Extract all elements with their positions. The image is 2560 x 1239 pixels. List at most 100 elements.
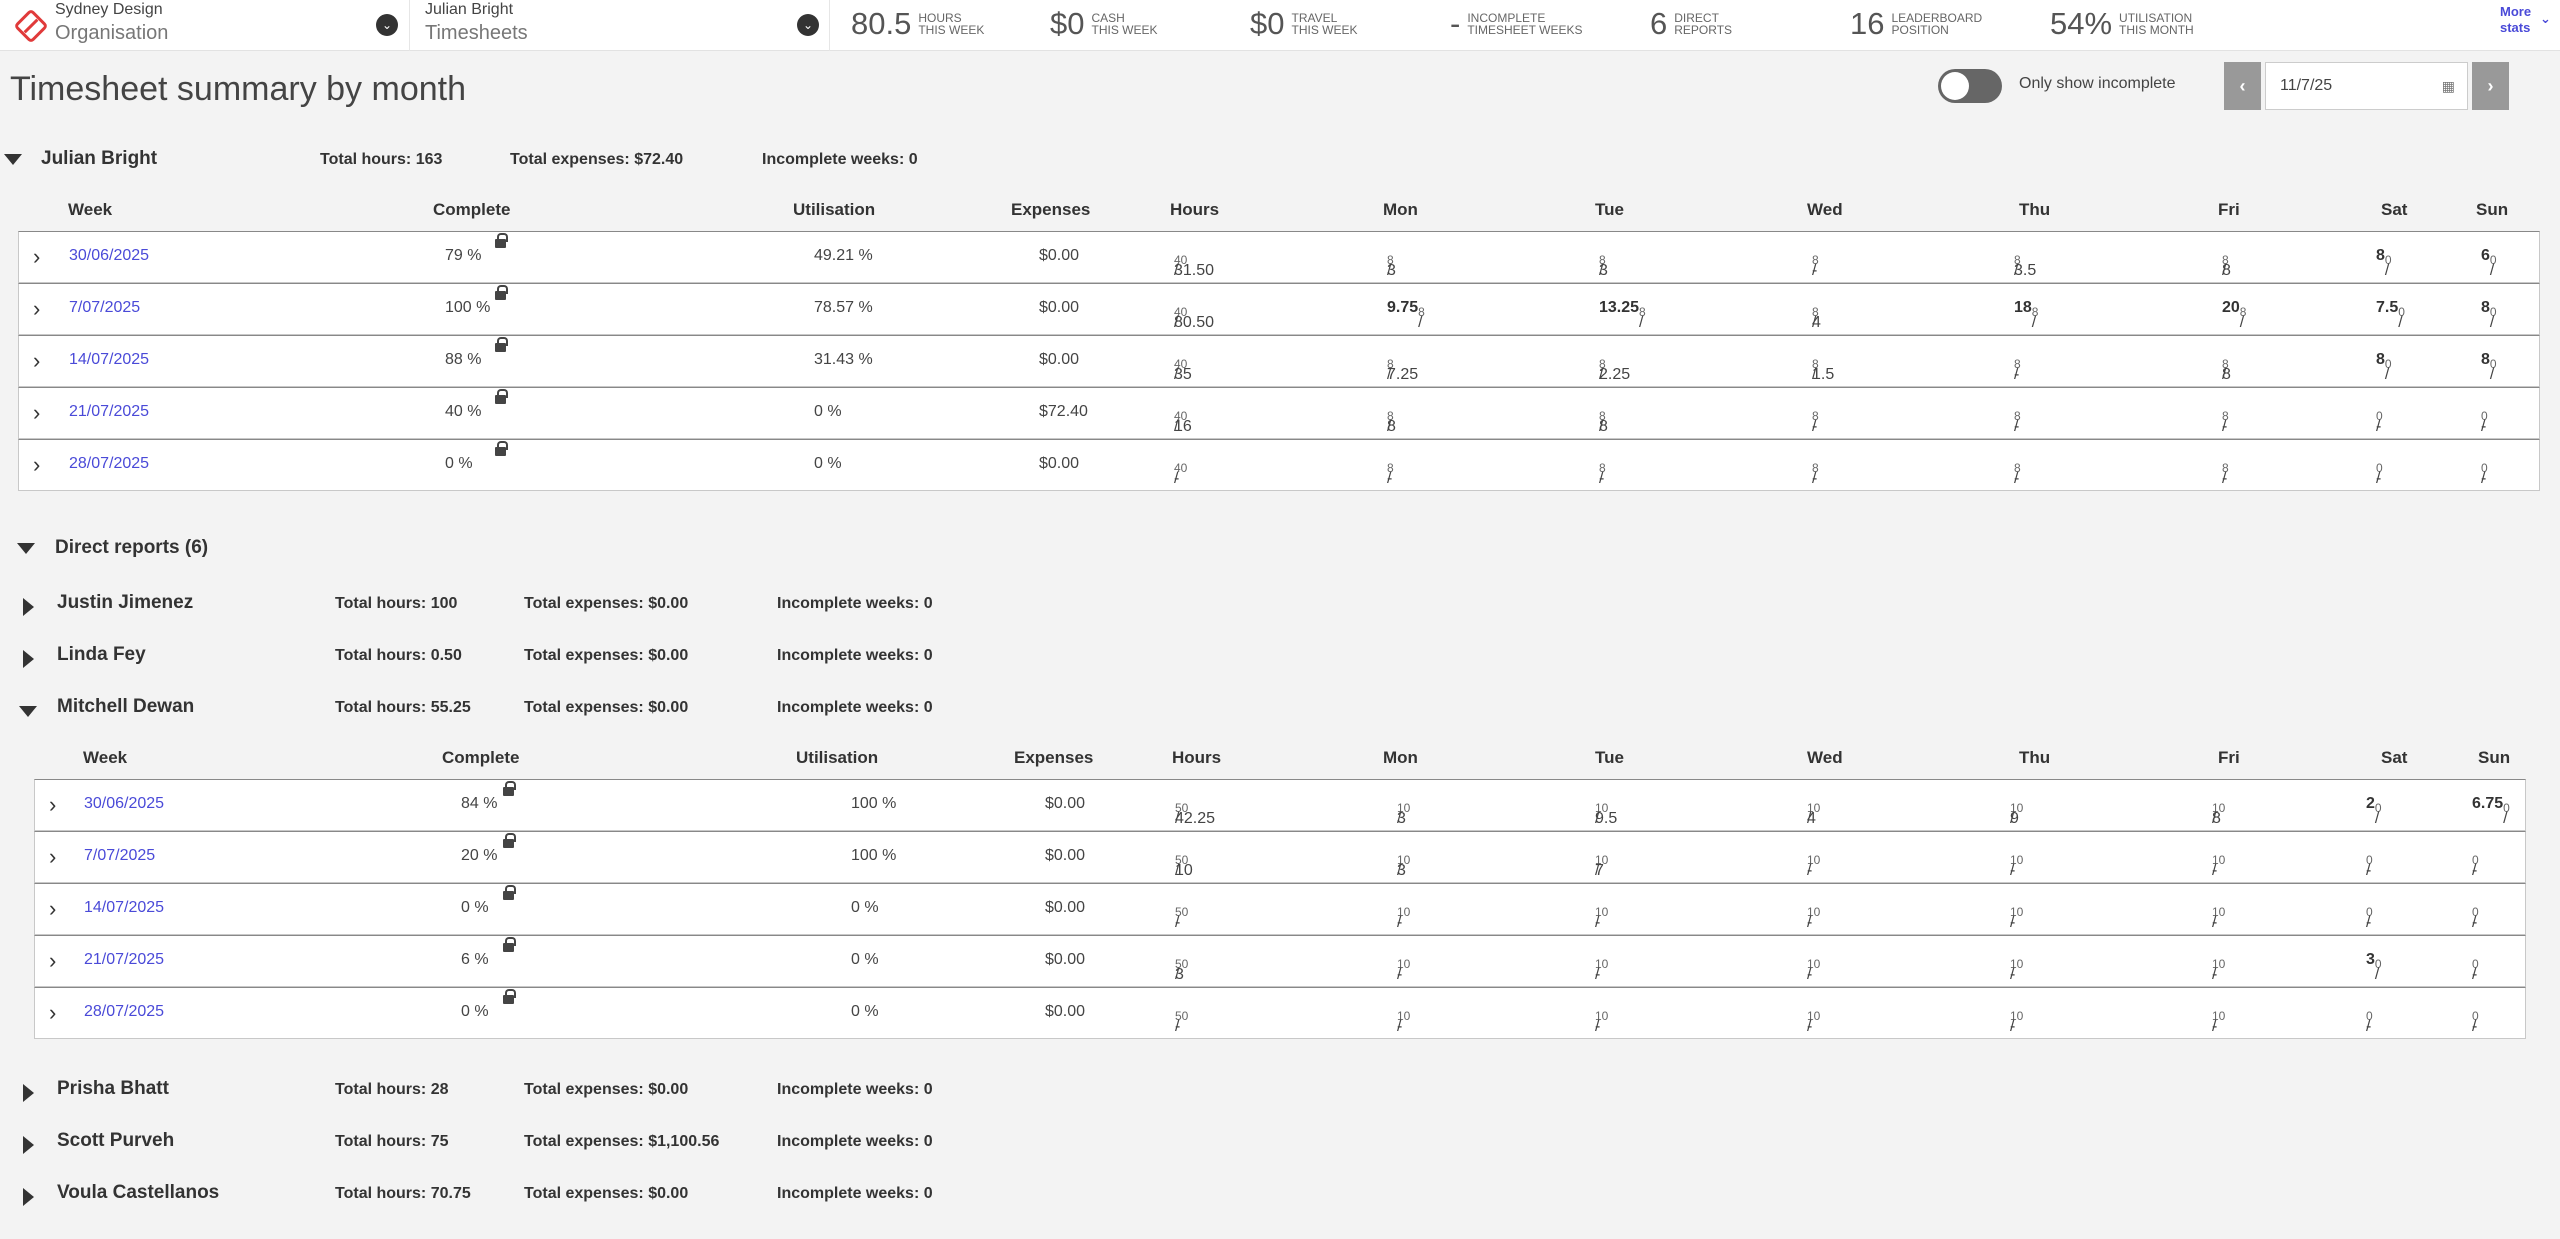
day-value-mon: 3/10 — [1397, 853, 1411, 879]
table-row[interactable]: › 21/07/2025 40 % 0 % $72.40 16/40 8/8 8/8 -/8 - /… — [18, 387, 2540, 439]
caret-right-icon[interactable] — [23, 650, 34, 668]
day-value-fri: -/10 — [2212, 1009, 2226, 1035]
person-name: Scott Purveh — [57, 1130, 175, 1151]
caret-down-icon[interactable] — [4, 154, 22, 165]
caret-right-icon[interactable] — [23, 1084, 34, 1102]
day-value-fri: -/8 — [2222, 461, 2229, 487]
utilisation-value: 0 % — [814, 455, 842, 472]
column-header-tue: Tue — [1595, 748, 1624, 767]
complete-value: 0 % — [445, 455, 473, 472]
day-value-fri: -/8 — [2222, 409, 2229, 435]
day-value-mon: -/8 — [1387, 461, 1394, 487]
utilisation-value: 0 % — [814, 403, 842, 420]
timesheet-label: Timesheets — [425, 22, 528, 44]
timesheet-chevron-down-icon[interactable]: ⌄ — [797, 14, 819, 36]
column-header-tue: Tue — [1595, 200, 1624, 219]
chevron-right-icon[interactable]: › — [49, 1000, 56, 1026]
caret-right-icon[interactable] — [23, 1188, 34, 1206]
column-header-utilisation: Utilisation — [793, 200, 876, 219]
day-value-sun: -/0 — [2472, 905, 2479, 931]
hours-value: -/50 — [1175, 1009, 1189, 1035]
calendar-icon[interactable]: ▦ — [2442, 63, 2455, 109]
next-date-button[interactable]: › — [2472, 62, 2509, 110]
week-link[interactable]: 30/06/2025 — [84, 795, 164, 813]
chevron-right-icon[interactable]: › — [49, 948, 56, 974]
utilisation-value: 0 % — [851, 951, 879, 968]
stat-value: 54% — [2050, 6, 2113, 41]
expenses-value: $0.00 — [1039, 455, 1080, 472]
stat-value: 6 — [1650, 6, 1668, 41]
caret-right-icon[interactable] — [23, 598, 34, 616]
table-row[interactable]: › 30/06/2025 84 % 100 % $0.00 42.25/50 3/10 9.5… — [34, 779, 2526, 831]
table-row[interactable]: › 7/07/2025 20 % 100 % $0.00 10/50 3/10 7/10 -/1… — [34, 831, 2526, 883]
table-row[interactable]: › 28/07/2025 0 % 0 % $0.00 -/40 -/8 -/8 -/8 -/8 - /… — [18, 439, 2540, 491]
caret-down-icon[interactable] — [17, 543, 35, 554]
chevron-right-icon[interactable]: › — [33, 244, 40, 270]
stat-value: 80.5 — [851, 6, 912, 41]
chevron-right-icon[interactable]: › — [33, 296, 40, 322]
day-value-tue: 3/8 — [1599, 253, 1608, 279]
day-value-thu: 9/10 — [2010, 801, 2024, 827]
total-hours: Total hours: 75 — [335, 1133, 449, 1150]
total-expenses: Total expenses: $0.00 — [524, 1081, 689, 1098]
complete-value: 20 % — [461, 847, 498, 864]
only-incomplete-toggle[interactable] — [1938, 69, 2002, 103]
column-header-fri: Fri — [2218, 200, 2240, 219]
previous-date-button[interactable]: ‹ — [2224, 62, 2261, 110]
caret-right-icon[interactable] — [23, 1136, 34, 1154]
day-value-tue: 2.25/8 — [1599, 357, 1631, 383]
day-value-mon: -/10 — [1397, 957, 1411, 983]
organisation-label: Organisation — [55, 22, 169, 44]
day-value-tue: 7/10 — [1595, 853, 1609, 879]
complete-value: 40 % — [445, 403, 482, 420]
total-expenses: Total expenses: $0.00 — [524, 595, 689, 612]
timesheet-selector[interactable]: Julian Bright Timesheets ⌄ — [410, 0, 830, 51]
table-row[interactable]: › 28/07/2025 0 % 0 % $0.00 -/50 -/10 -/10 -/10 - /… — [34, 987, 2526, 1039]
week-link[interactable]: 28/07/2025 — [69, 455, 149, 473]
organisation-selector[interactable]: Sydney Design Organisation ⌄ — [0, 0, 410, 51]
chevron-right-icon[interactable]: › — [49, 792, 56, 818]
day-value-fri: 8/8 — [2222, 357, 2231, 383]
column-header-expenses: Expenses — [1011, 200, 1091, 219]
incomplete-weeks: Incomplete weeks: 0 — [777, 1133, 933, 1150]
stat-label: UTILISATION THIS MONTH — [2119, 11, 2194, 37]
table-row[interactable]: › 14/07/2025 0 % 0 % $0.00 -/50 -/10 -/10 -/10 - /… — [34, 883, 2526, 935]
chevron-right-icon[interactable]: › — [49, 896, 56, 922]
table-row[interactable]: › 14/07/2025 88 % 31.43 % $0.00 35/40 7.25/8 2.… — [18, 335, 2540, 387]
table-row[interactable]: › 30/06/2025 79 % 49.21 % $0.00 31.50/40 3/8 3/… — [18, 231, 2540, 283]
week-link[interactable]: 21/07/2025 — [69, 403, 149, 421]
stat-value: $0 — [1050, 6, 1085, 41]
week-link[interactable]: 7/07/2025 — [84, 847, 155, 865]
week-link[interactable]: 21/07/2025 — [84, 951, 164, 969]
total-expenses: Total expenses: $72.40 — [510, 151, 684, 168]
chevron-right-icon[interactable]: › — [33, 348, 40, 374]
chevron-right-icon[interactable]: › — [49, 844, 56, 870]
day-value-mon: 3/10 — [1397, 801, 1411, 827]
more-stats-button[interactable]: More stats ⌄ — [2500, 4, 2551, 36]
day-value-sat: 2/0 — [2366, 795, 2382, 827]
hours-value: 35/40 — [1174, 357, 1192, 383]
total-expenses: Total expenses: $1,100.56 — [524, 1133, 720, 1150]
table-row[interactable]: › 7/07/2025 100 % 78.57 % $0.00 80.50/40 9.75/… — [18, 283, 2540, 335]
column-header-sat: Sat — [2381, 748, 2408, 767]
week-link[interactable]: 14/07/2025 — [69, 351, 149, 369]
week-link[interactable]: 30/06/2025 — [69, 247, 149, 265]
week-link[interactable]: 14/07/2025 — [84, 899, 164, 917]
person-name: Voula Castellanos — [57, 1182, 220, 1203]
chevron-right-icon[interactable]: › — [33, 452, 40, 478]
table-row[interactable]: › 21/07/2025 6 % 0 % $0.00 3/50 -/10 -/10 -/10 - /… — [34, 935, 2526, 987]
stat-label: CASH THIS WEEK — [1091, 11, 1158, 37]
organisation-chevron-down-icon[interactable]: ⌄ — [376, 14, 398, 36]
day-value-thu: 3.5/8 — [2014, 253, 2037, 279]
week-link[interactable]: 28/07/2025 — [84, 1003, 164, 1021]
caret-down-icon[interactable] — [19, 706, 37, 717]
lock-icon — [495, 233, 508, 250]
day-value-wed: 4/8 — [1812, 305, 1821, 331]
complete-value: 100 % — [445, 299, 491, 316]
date-input[interactable]: 11/7/25 ▦ — [2265, 62, 2468, 110]
person-name: Justin Jimenez — [57, 592, 194, 613]
week-link[interactable]: 7/07/2025 — [69, 299, 140, 317]
chevron-right-icon[interactable]: › — [33, 400, 40, 426]
day-value-sun: -/0 — [2481, 409, 2488, 435]
incomplete-weeks: Incomplete weeks: 0 — [777, 1185, 933, 1202]
